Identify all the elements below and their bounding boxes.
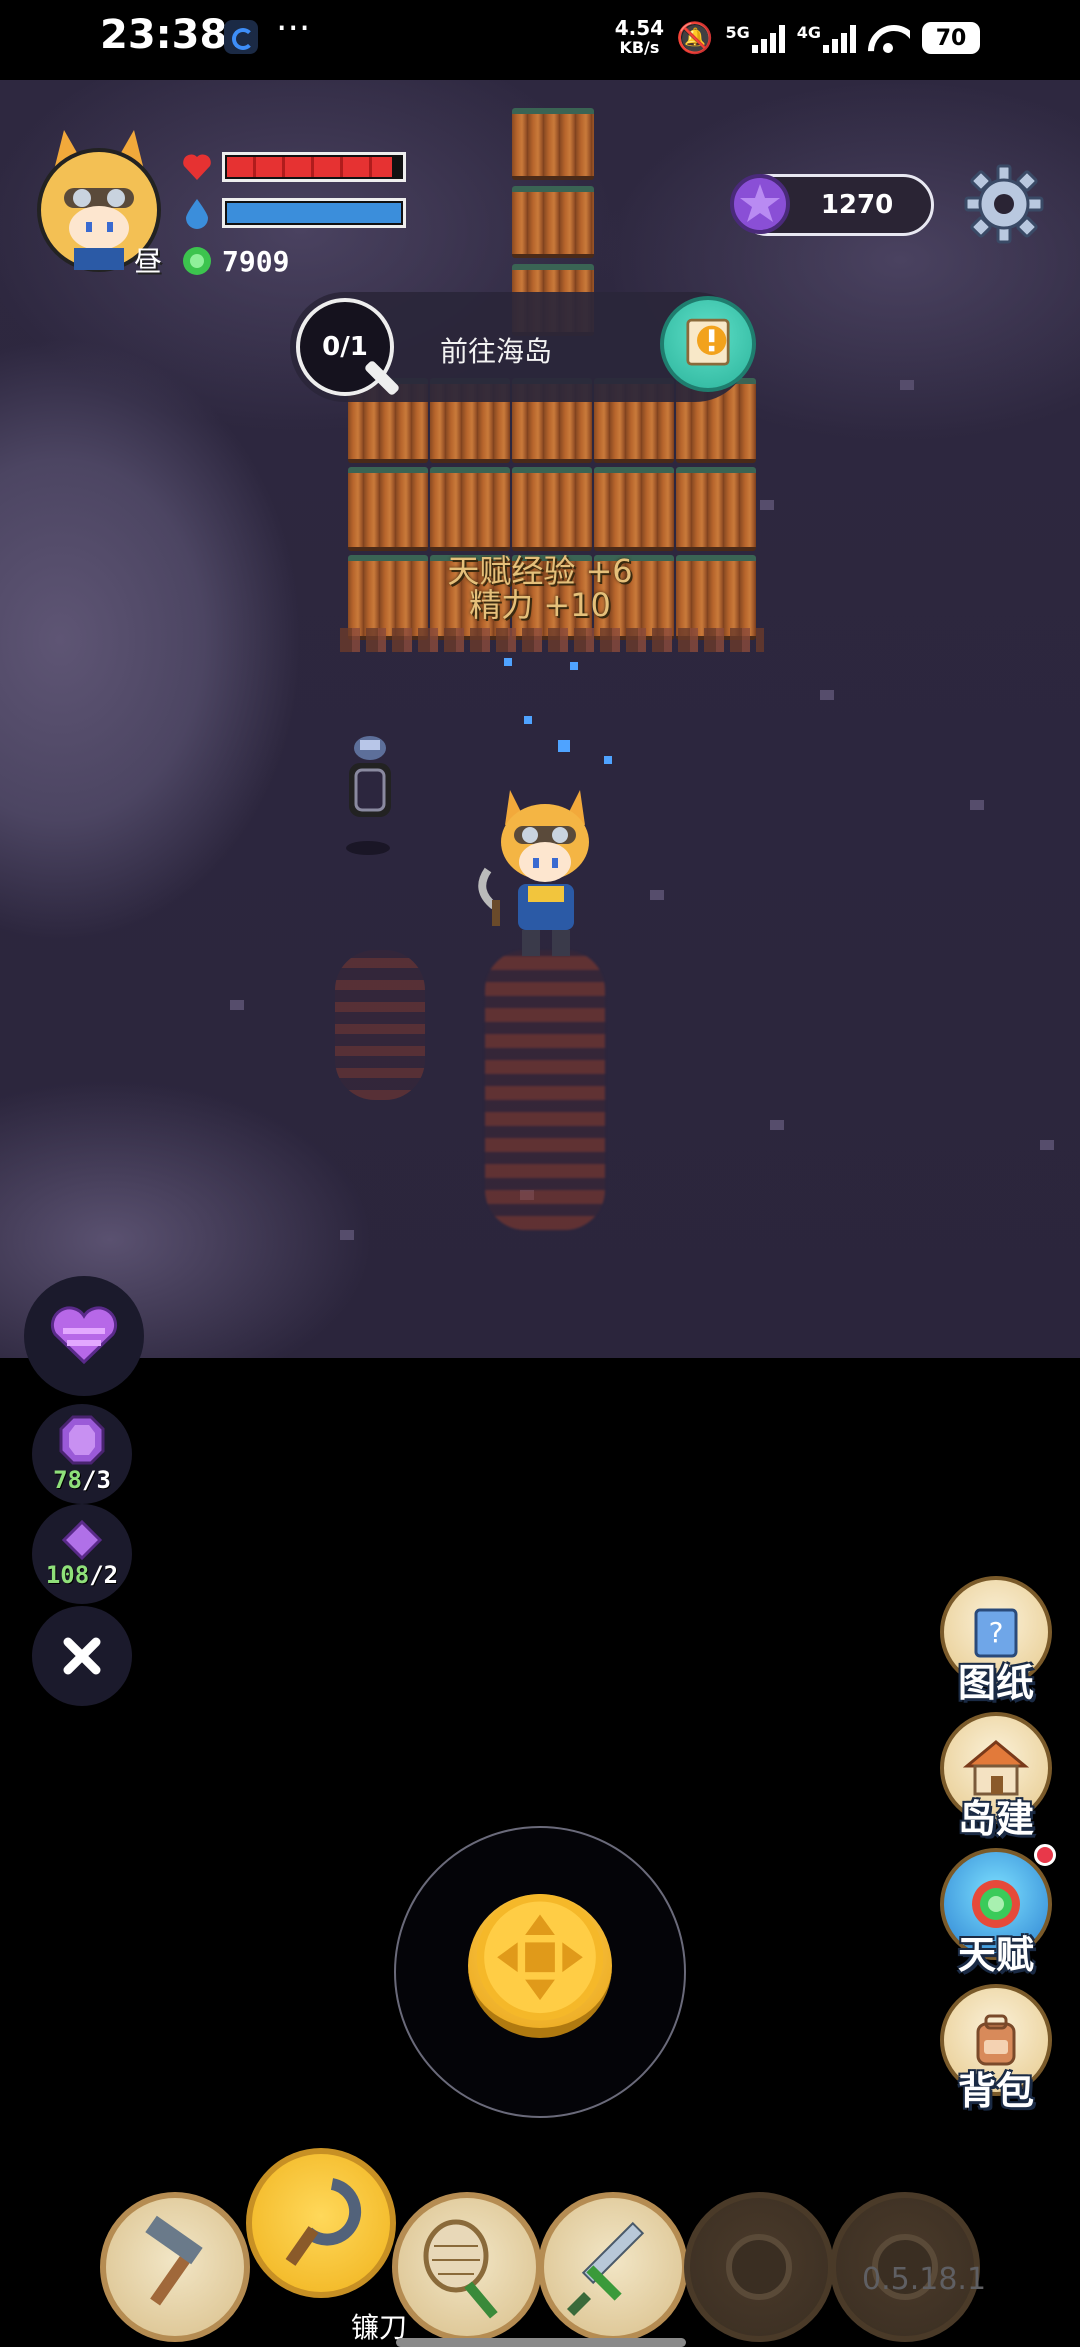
- joystick-knob[interactable]: [468, 1894, 612, 2038]
- stamina-row: [180, 196, 406, 230]
- player-character: [478, 790, 589, 956]
- tool-slot-sickle[interactable]: [246, 2148, 396, 2298]
- wifi-icon: [868, 23, 910, 53]
- side-label-island-build: 岛建: [957, 1797, 1034, 1841]
- crystal-counter[interactable]: 78/3: [32, 1404, 132, 1504]
- green-coin-icon: [183, 247, 211, 275]
- network-speed: 4.54 KB/s: [614, 16, 665, 57]
- tool-slot-net[interactable]: [392, 2192, 542, 2342]
- purple-crystal-icon: [59, 1415, 105, 1465]
- version-number: 0.5.18.1: [862, 2262, 987, 2297]
- side-button-blueprint[interactable]: ? 图纸: [936, 1576, 1056, 1706]
- side-button-backpack[interactable]: 背包: [936, 1984, 1056, 2114]
- health-bar-fill: [227, 157, 393, 177]
- heart-icon: [183, 154, 211, 180]
- side-button-island-build[interactable]: 岛建: [936, 1712, 1056, 1842]
- signal-4g-icon: 4G: [797, 23, 856, 53]
- close-icon: [63, 1637, 101, 1675]
- npc-lantern-creature[interactable]: [340, 730, 400, 860]
- app-notification-icon: [224, 20, 258, 54]
- side-label-backpack: 背包: [957, 2069, 1034, 2113]
- hammer-icon: [145, 2215, 203, 2306]
- coin-row: 7909: [180, 244, 289, 278]
- tool-slot-sword[interactable]: [538, 2192, 688, 2342]
- side-label-talent: 天赋: [957, 1933, 1034, 1977]
- coin-count: 7909: [222, 244, 290, 278]
- side-label-blueprint: 图纸: [957, 1661, 1034, 1705]
- svg-text:?: ?: [989, 1616, 1004, 1649]
- tool-slot-hammer[interactable]: [100, 2192, 250, 2342]
- close-button[interactable]: [32, 1606, 132, 1706]
- stamina-bar: [222, 198, 406, 228]
- notification-dot: [1034, 1844, 1056, 1866]
- shard-count: 108: [45, 1561, 90, 1589]
- tool-slot-locked-1: [684, 2192, 834, 2342]
- sword-icon: [566, 2221, 645, 2317]
- quest-scroll-button[interactable]: [660, 296, 756, 392]
- shard-counter[interactable]: 108/2: [32, 1504, 132, 1604]
- spirit-chest-button[interactable]: [24, 1276, 144, 1396]
- water-wake: [485, 950, 605, 1230]
- signal-5g-icon: 5G: [725, 23, 785, 53]
- purple-diamond-icon: [62, 1520, 102, 1560]
- stamina-bar-fill: [227, 203, 401, 223]
- shard-required: /2: [89, 1561, 119, 1589]
- health-bar: [222, 152, 406, 182]
- crystal-count: 78: [53, 1466, 82, 1494]
- sickle-icon: [285, 2178, 362, 2266]
- settings-gear-icon[interactable]: [964, 164, 1044, 244]
- status-bar: 23:38 ··· 4.54 KB/s 🔕 5G 4G 70: [0, 0, 1080, 80]
- home-indicator[interactable]: [396, 2338, 686, 2347]
- more-notifications-icon: ···: [276, 8, 311, 49]
- crystal-required: /3: [82, 1466, 111, 1494]
- reward-popup-text: 天赋经验 +6 精力 +10: [447, 552, 633, 624]
- dock-edge: [340, 628, 764, 652]
- health-row: [180, 150, 406, 184]
- status-time: 23:38: [100, 12, 228, 58]
- water-ripple: [335, 950, 425, 1100]
- side-button-talent[interactable]: 天赋: [936, 1844, 1056, 1978]
- water-drop-icon: [186, 199, 208, 229]
- battery-icon: 70: [922, 22, 980, 54]
- quest-title: 前往海岛: [440, 335, 553, 368]
- mute-bell-icon: 🔕: [676, 20, 714, 56]
- day-night-indicator: 昼: [134, 245, 163, 278]
- locked-slot-icon: [726, 2234, 792, 2300]
- net-icon: [423, 2219, 498, 2319]
- purple-heart-chest-icon: [50, 1306, 118, 1365]
- tool-hotbar: 镰刀: [96, 2148, 996, 2347]
- purple-star-gem-icon: [730, 174, 790, 234]
